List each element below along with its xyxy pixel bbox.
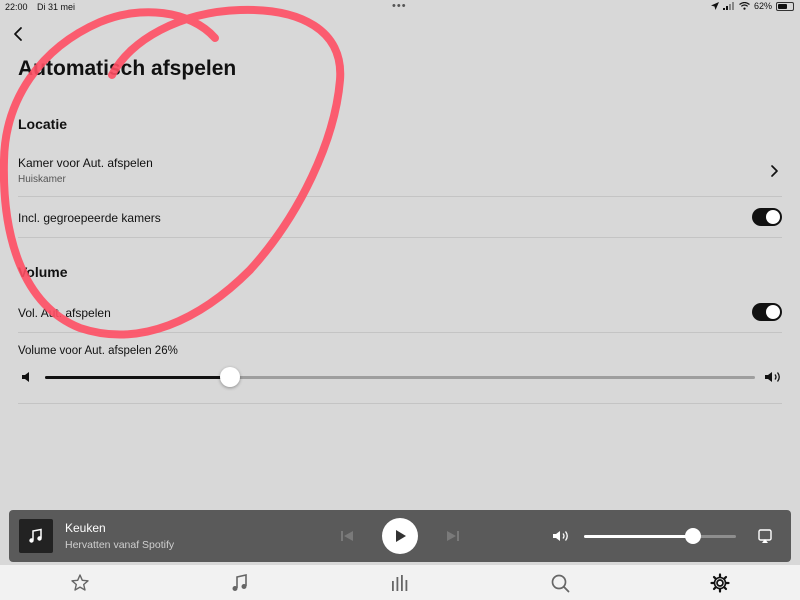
toggle-knob xyxy=(766,305,780,319)
next-track-button[interactable] xyxy=(446,529,460,543)
airplay-button[interactable] xyxy=(757,528,773,544)
location-arrow-icon xyxy=(710,2,719,10)
music-note-icon xyxy=(232,574,247,591)
autoplay-volume-level-label: Volume voor Aut. afspelen 26% xyxy=(18,345,178,357)
signal-icon xyxy=(722,2,734,10)
previous-track-button[interactable] xyxy=(340,529,354,543)
toggle-knob xyxy=(766,210,780,224)
wifi-icon xyxy=(739,2,750,10)
grouped-rooms-toggle[interactable] xyxy=(752,208,782,226)
speaker-low-icon xyxy=(22,372,29,382)
status-date: Di 31 mei xyxy=(37,2,76,12)
divider xyxy=(18,403,782,404)
autoplay-volume-toggle[interactable] xyxy=(752,303,782,321)
back-button[interactable] xyxy=(10,24,30,44)
autoplay-room-value: Huiskamer xyxy=(18,174,66,185)
player-room-name: Keuken xyxy=(65,521,106,535)
status-bar: 22:00 Di 31 mei ••• 62% xyxy=(0,0,800,16)
section-header-volume: Volume xyxy=(18,264,68,280)
star-icon xyxy=(71,574,89,591)
battery-icon xyxy=(776,1,794,11)
gear-icon xyxy=(710,573,730,593)
slider-thumb[interactable] xyxy=(685,528,702,544)
battery-percentage: 62% xyxy=(753,1,772,11)
autoplay-room-label: Kamer voor Aut. afspelen xyxy=(18,156,153,170)
status-time: 22:00 xyxy=(5,2,28,12)
autoplay-volume-slider[interactable] xyxy=(45,367,755,387)
autoplay-room-row[interactable]: Kamer voor Aut. afspelen Huiskamer xyxy=(18,146,782,197)
slider-thumb[interactable] xyxy=(219,367,240,387)
music-tab[interactable] xyxy=(229,572,251,594)
player-track-info: Hervatten vanaf Spotify xyxy=(65,539,175,551)
play-button[interactable] xyxy=(382,518,418,554)
album-art[interactable] xyxy=(19,519,53,553)
grouped-rooms-label: Incl. gegroepeerde kamers xyxy=(18,211,161,225)
autoplay-volume-label: Vol. Aut. afspelen xyxy=(18,306,111,320)
slider-fill xyxy=(584,535,694,538)
favorites-tab[interactable] xyxy=(69,572,91,594)
rooms-tab[interactable] xyxy=(389,572,411,594)
status-indicators: 62% xyxy=(710,1,794,11)
settings-tab[interactable] xyxy=(709,572,731,594)
slider-fill xyxy=(45,376,230,379)
tab-bar xyxy=(0,565,800,600)
multitask-dots-icon[interactable]: ••• xyxy=(392,0,407,12)
chevron-right-icon xyxy=(771,165,778,177)
mini-player[interactable]: Keuken Hervatten vanaf Spotify xyxy=(9,510,791,562)
grouped-rooms-row: Incl. gegroepeerde kamers xyxy=(18,197,782,238)
play-icon xyxy=(396,530,406,542)
speaker-high-icon xyxy=(765,372,780,382)
player-volume-slider[interactable] xyxy=(584,528,736,544)
music-note-icon xyxy=(29,528,42,543)
search-tab[interactable] xyxy=(549,572,571,594)
page-title: Automatisch afspelen xyxy=(18,57,237,80)
equalizer-icon xyxy=(392,575,408,591)
autoplay-volume-row: Vol. Aut. afspelen xyxy=(18,292,782,333)
section-header-location: Locatie xyxy=(18,116,68,132)
search-icon xyxy=(551,574,570,593)
speaker-icon xyxy=(553,531,568,541)
chevron-left-icon xyxy=(14,27,22,41)
